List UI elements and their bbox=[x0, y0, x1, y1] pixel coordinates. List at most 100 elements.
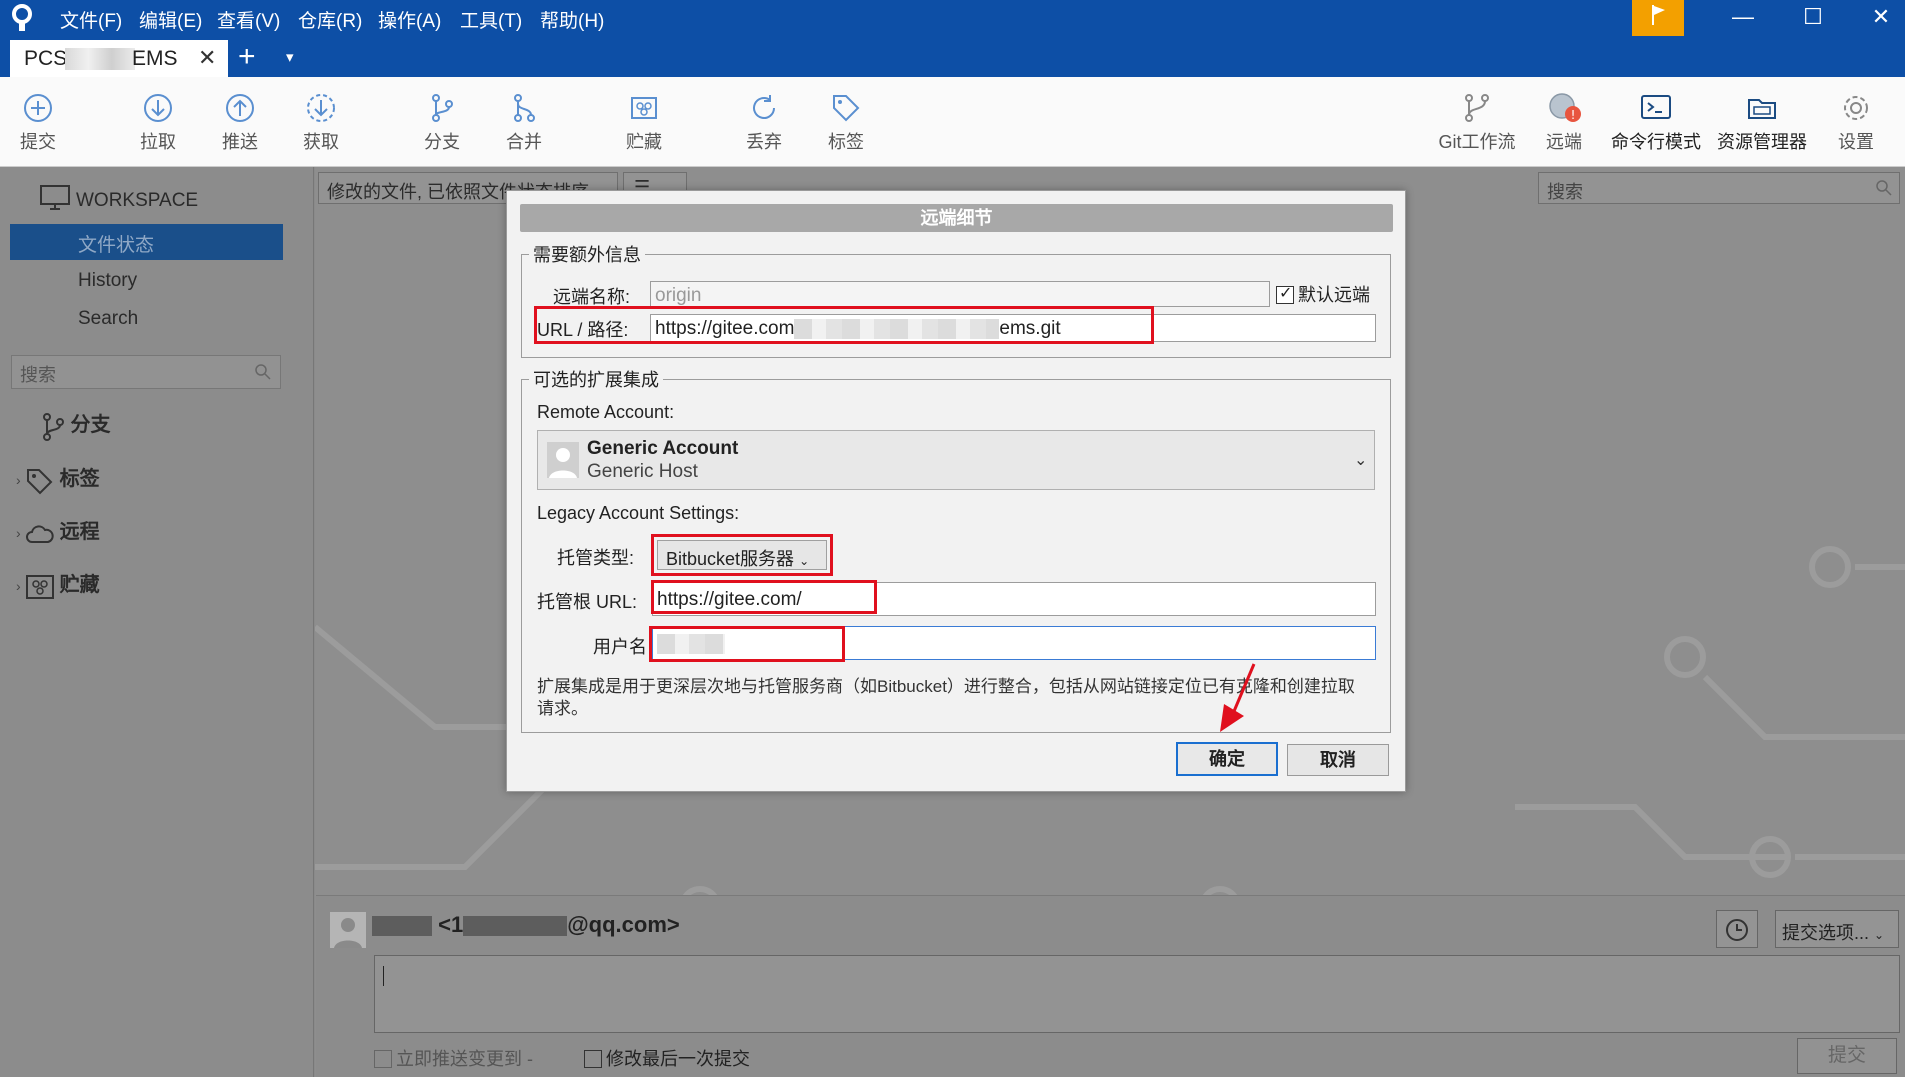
remote-button[interactable]: ! 远端 bbox=[1536, 77, 1592, 167]
user-icon bbox=[549, 448, 577, 478]
chevron-down-icon: ⌄ bbox=[1354, 452, 1368, 469]
pull-button[interactable]: 拉取 bbox=[128, 77, 188, 167]
remote-account-label: Remote Account: bbox=[537, 402, 675, 422]
tag-icon bbox=[27, 468, 53, 495]
chevron-right-icon: › bbox=[16, 525, 21, 541]
menu-repository[interactable]: 仓库(R) bbox=[298, 6, 362, 33]
amend-last-commit-checkbox[interactable]: 修改最后一次提交 bbox=[584, 1045, 750, 1071]
search-icon bbox=[1876, 180, 1892, 196]
user-icon bbox=[334, 918, 362, 948]
sidebar-group-remotes[interactable]: › 远程 bbox=[16, 515, 100, 546]
checkbox-checked: ✓ bbox=[1276, 285, 1294, 304]
merge-icon bbox=[514, 94, 535, 122]
annotation-arrow-icon bbox=[1220, 663, 1256, 732]
avatar bbox=[547, 442, 579, 478]
text-cursor bbox=[383, 966, 384, 986]
repo-tab[interactable]: PCS EMS bbox=[10, 40, 228, 77]
highlight-url bbox=[534, 306, 1154, 344]
push-icon bbox=[226, 94, 254, 122]
workspace-label: WORKSPACE bbox=[76, 190, 199, 211]
menu-tools[interactable]: 工具(T) bbox=[460, 6, 522, 33]
commit-author: <1 @qq.com> bbox=[372, 912, 680, 938]
toolbar: 提交 拉取 推送 获取 分支 合并 贮藏 丢弃 标签 Git工作流 ! 远端 命… bbox=[0, 77, 1905, 167]
file-search-placeholder: 搜索 bbox=[1547, 182, 1583, 202]
commit-submit-button[interactable]: 提交 bbox=[1797, 1038, 1897, 1074]
git-flow-button[interactable]: Git工作流 bbox=[1434, 77, 1520, 167]
sidebar-item-file-status[interactable]: 文件状态 bbox=[10, 224, 283, 260]
explorer-button[interactable]: 资源管理器 bbox=[1712, 77, 1812, 167]
optional-integration-legend: 可选的扩展集成 bbox=[529, 366, 663, 392]
commit-message-input[interactable] bbox=[374, 955, 1900, 1033]
sourcetree-logo-icon bbox=[12, 4, 32, 31]
commit-button[interactable]: 提交 bbox=[8, 77, 68, 167]
stash-icon bbox=[631, 97, 657, 119]
new-tab-icon[interactable]: + bbox=[238, 40, 256, 74]
highlight-username bbox=[649, 626, 845, 662]
terminal-icon bbox=[1641, 95, 1671, 119]
sidebar-group-stashes[interactable]: › 贮藏 bbox=[16, 568, 100, 600]
git-flow-icon bbox=[1465, 94, 1489, 122]
gear-icon bbox=[1844, 96, 1868, 120]
folder-icon bbox=[1748, 99, 1776, 119]
redacted-region bbox=[372, 916, 432, 937]
branch-button[interactable]: 分支 bbox=[412, 77, 472, 167]
fetch-button[interactable]: 获取 bbox=[291, 77, 351, 167]
cloud-icon bbox=[26, 525, 54, 543]
stash-button[interactable]: 贮藏 bbox=[614, 77, 674, 167]
menu-actions[interactable]: 操作(A) bbox=[378, 6, 441, 33]
checkbox-unchecked bbox=[584, 1050, 602, 1068]
flag-button[interactable] bbox=[1632, 0, 1684, 36]
discard-button[interactable]: 丢弃 bbox=[734, 77, 794, 167]
pull-icon bbox=[144, 94, 172, 122]
chevron-right-icon: › bbox=[16, 578, 21, 594]
push-immediately-checkbox[interactable]: 立即推送变更到 - bbox=[374, 1045, 533, 1071]
redacted-region bbox=[65, 48, 135, 70]
sidebar-group-branches[interactable]: 分支 bbox=[40, 408, 110, 442]
close-window-button[interactable]: ✕ bbox=[1852, 0, 1905, 36]
menu-view[interactable]: 查看(V) bbox=[217, 6, 280, 33]
merge-button[interactable]: 合并 bbox=[494, 77, 554, 167]
discard-icon bbox=[753, 95, 775, 119]
redacted-region bbox=[463, 916, 568, 937]
chevron-down-icon: ⌄ bbox=[1874, 928, 1885, 942]
chevron-right-icon: › bbox=[16, 472, 21, 488]
remote-name-input[interactable]: origin bbox=[650, 281, 1270, 307]
default-remote-checkbox[interactable]: ✓ 默认远端 bbox=[1276, 281, 1370, 307]
commit-options-dropdown[interactable]: 提交选项... ⌄ bbox=[1775, 910, 1899, 948]
fetch-icon bbox=[307, 94, 335, 122]
flag-icon bbox=[1652, 5, 1665, 25]
push-button[interactable]: 推送 bbox=[210, 77, 270, 167]
search-icon bbox=[255, 364, 271, 380]
dialog-title: 远端细节 bbox=[520, 204, 1393, 232]
maximize-button[interactable]: ☐ bbox=[1784, 0, 1842, 36]
minimize-button[interactable]: — bbox=[1714, 0, 1772, 36]
settings-button[interactable]: 设置 bbox=[1826, 77, 1886, 167]
terminal-button[interactable]: 命令行模式 bbox=[1606, 77, 1706, 167]
sidebar-item-search[interactable]: Search bbox=[78, 308, 138, 330]
title-bar: 文件(F) 编辑(E) 查看(V) 仓库(R) 操作(A) 工具(T) 帮助(H… bbox=[0, 0, 1905, 36]
tag-button[interactable]: 标签 bbox=[816, 77, 876, 167]
host-type-label: 托管类型: bbox=[557, 548, 635, 568]
menu-help[interactable]: 帮助(H) bbox=[540, 6, 604, 33]
commit-icon bbox=[24, 94, 52, 122]
tab-close-icon[interactable]: ✕ bbox=[198, 45, 216, 71]
menu-file[interactable]: 文件(F) bbox=[60, 6, 122, 33]
check-icon: ✓ bbox=[1279, 285, 1293, 302]
account-host: Generic Host bbox=[587, 461, 698, 482]
sidebar-group-branches-label: 分支 bbox=[70, 414, 111, 436]
tab-menu-icon[interactable]: ▾ bbox=[286, 48, 294, 66]
commit-history-button[interactable] bbox=[1716, 910, 1758, 948]
sidebar-item-history[interactable]: History bbox=[78, 270, 137, 292]
checkbox-unchecked bbox=[374, 1050, 392, 1068]
sidebar-group-tags[interactable]: › 标签 bbox=[16, 462, 100, 495]
ok-button[interactable]: 确定 bbox=[1176, 742, 1278, 776]
sidebar-group-remotes-label: 远程 bbox=[59, 521, 100, 543]
stash-icon bbox=[26, 574, 55, 599]
highlight-host-root-url bbox=[651, 580, 877, 614]
monitor-icon bbox=[40, 185, 70, 210]
sidebar-search-input[interactable]: 搜索 bbox=[11, 355, 281, 389]
cancel-button[interactable]: 取消 bbox=[1287, 744, 1389, 776]
file-search-input[interactable]: 搜索 bbox=[1538, 172, 1900, 204]
sidebar bbox=[0, 167, 314, 1077]
menu-edit[interactable]: 编辑(E) bbox=[139, 6, 202, 33]
